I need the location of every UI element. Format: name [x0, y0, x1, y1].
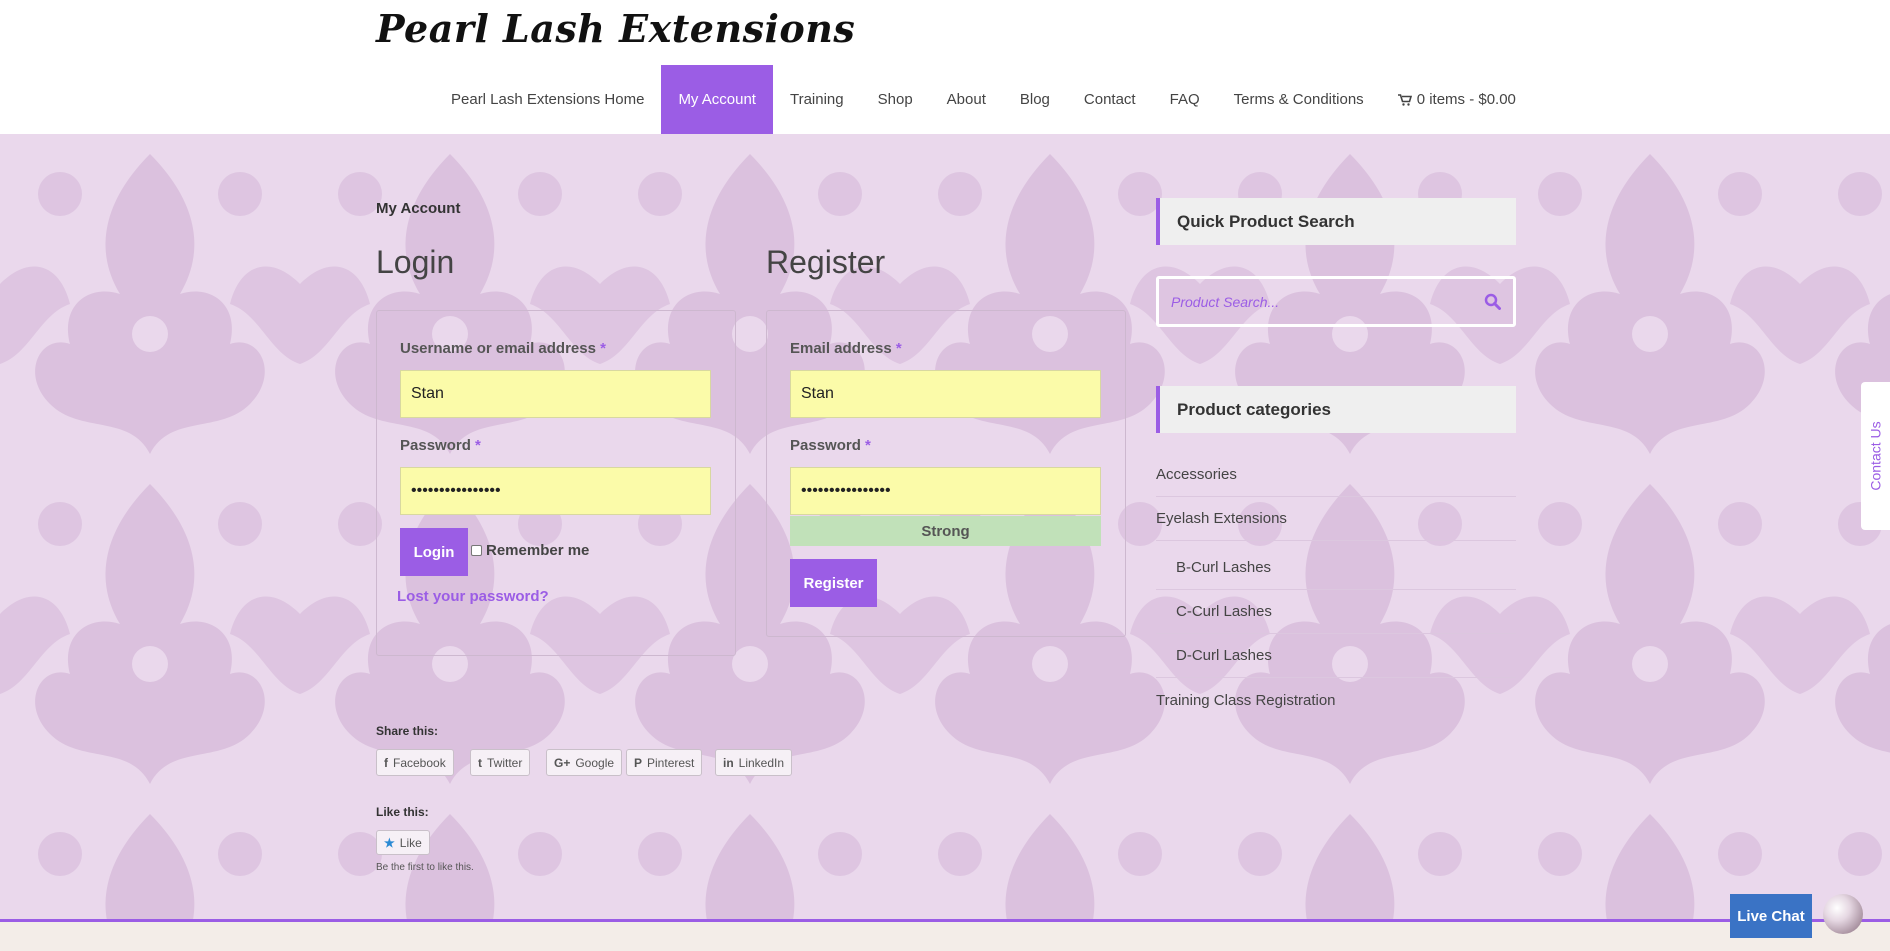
category-eyelash-extensions[interactable]: Eyelash Extensions [1156, 497, 1516, 541]
email-label: Email address * [790, 340, 902, 357]
star-icon: ★ [384, 835, 395, 850]
nav-item-training[interactable]: Training [773, 65, 861, 134]
page-breadcrumb: My Account [376, 200, 461, 217]
nav-item-contact[interactable]: Contact [1067, 65, 1153, 134]
facebook-icon: f [384, 755, 388, 770]
username-label: Username or email address * [400, 340, 606, 357]
nav-item-blog[interactable]: Blog [1003, 65, 1067, 134]
site-footer [0, 922, 1890, 951]
share-title: Share this: [376, 724, 439, 738]
password-input[interactable]: •••••••••••••••• [400, 467, 711, 515]
password-strength-meter: Strong [790, 516, 1101, 546]
nav-item-terms[interactable]: Terms & Conditions [1217, 65, 1381, 134]
cart-icon [1397, 93, 1412, 106]
remember-checkbox[interactable] [471, 545, 482, 556]
register-title: Register [766, 244, 886, 280]
category-b-curl-lashes[interactable]: B-Curl Lashes [1156, 546, 1516, 590]
twitter-icon: t [478, 755, 482, 770]
product-categories-widget-title: Product categories [1156, 386, 1516, 433]
search-icon[interactable] [1484, 293, 1501, 310]
nav-item-home[interactable]: Pearl Lash Extensions Home [434, 65, 661, 134]
category-c-curl-lashes[interactable]: C-Curl Lashes [1156, 590, 1516, 634]
login-button[interactable]: Login [400, 528, 468, 576]
pearl-chat-icon[interactable] [1823, 894, 1863, 934]
share-facebook-button[interactable]: f Facebook [376, 749, 454, 776]
register-button[interactable]: Register [790, 559, 877, 607]
site-logo[interactable]: Pearl Lash Extensions [376, 6, 855, 51]
share-google-button[interactable]: G+ Google [546, 749, 623, 776]
linkedin-icon: in [723, 755, 734, 770]
like-title: Like this: [376, 805, 429, 819]
cart-label: 0 items - $0.00 [1416, 91, 1516, 108]
contact-us-label: Contact Us [1867, 421, 1884, 491]
product-search-input[interactable]: Product Search... [1156, 276, 1516, 327]
share-linkedin-button[interactable]: in LinkedIn [715, 749, 793, 776]
nav-item-shop[interactable]: Shop [861, 65, 930, 134]
nav-item-cart[interactable]: 0 items - $0.00 [1381, 65, 1533, 134]
nav-item-about[interactable]: About [930, 65, 1003, 134]
lost-password-link[interactable]: Lost your password? [397, 588, 549, 605]
quick-search-widget-title: Quick Product Search [1156, 198, 1516, 245]
register-password-label: Password * [790, 437, 871, 454]
like-subtext: Be the first to like this. [376, 862, 474, 873]
nav-item-faq[interactable]: FAQ [1153, 65, 1217, 134]
password-label: Password * [400, 437, 481, 454]
contact-us-tab[interactable]: Contact Us [1861, 382, 1890, 530]
like-button[interactable]: ★ Like [376, 830, 430, 855]
site-header: Pearl Lash Extensions Pearl Lash Extensi… [0, 0, 1890, 134]
category-d-curl-lashes[interactable]: D-Curl Lashes [1156, 634, 1516, 678]
login-title: Login [376, 244, 455, 280]
google-plus-icon: G+ [554, 755, 571, 770]
category-accessories[interactable]: Accessories [1156, 453, 1516, 497]
live-chat-button[interactable]: Live Chat [1730, 894, 1812, 938]
remember-me[interactable]: Remember me [471, 542, 589, 559]
register-password-input[interactable]: •••••••••••••••• [790, 467, 1101, 515]
nav-item-my-account[interactable]: My Account [661, 65, 773, 134]
main-nav: Pearl Lash Extensions Home My Account Tr… [434, 65, 1533, 134]
category-training-class-registration[interactable]: Training Class Registration [1156, 678, 1516, 722]
pinterest-icon: P [634, 755, 643, 770]
share-pinterest-button[interactable]: P Pinterest [626, 749, 703, 776]
product-search-placeholder: Product Search... [1171, 293, 1280, 310]
email-input[interactable]: Stan [790, 370, 1101, 418]
username-input[interactable]: Stan [400, 370, 711, 418]
share-twitter-button[interactable]: t Twitter [470, 749, 531, 776]
